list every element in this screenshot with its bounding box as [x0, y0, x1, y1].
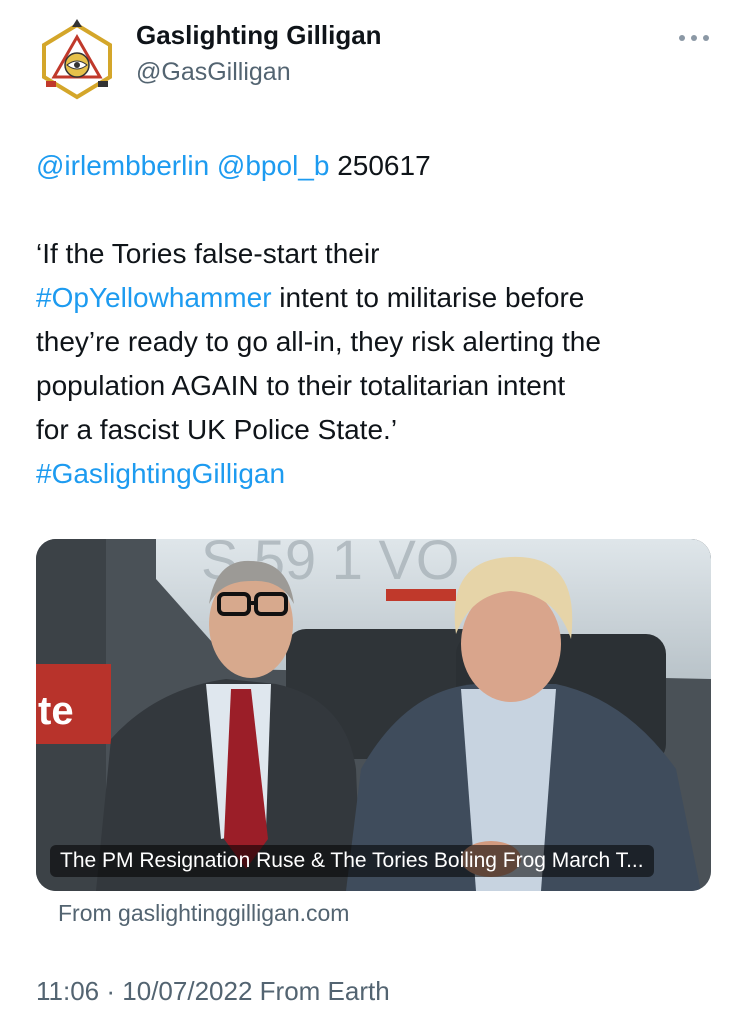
tweet-line: #OpYellowhammer intent to militarise bef… — [36, 276, 716, 320]
link-card-caption: The PM Resignation Ruse & The Tories Boi… — [50, 845, 654, 877]
tweet-text: intent to militarise before — [271, 282, 585, 313]
dot-icon — [691, 35, 697, 41]
logo-icon — [32, 15, 122, 105]
tweet-body: ‘If the Tories false-start their #OpYell… — [36, 232, 716, 496]
mention-link[interactable]: @irlembberlin — [36, 150, 209, 181]
dot-icon — [679, 35, 685, 41]
tweet-client: From Earth — [259, 976, 390, 1006]
hashtag-link[interactable]: #OpYellowhammer — [36, 282, 272, 313]
hashtag-link[interactable]: #GaslightingGilligan — [36, 458, 285, 489]
tweet-line: population AGAIN to their totalitarian i… — [36, 370, 566, 401]
tweet-line: they’re ready to go all-in, they risk al… — [36, 326, 601, 357]
dot-icon — [703, 35, 709, 41]
reference-code: 250617 — [337, 150, 431, 181]
tweet-line: for a fascist UK Police State.’ — [36, 414, 398, 445]
link-source[interactable]: From gaslightinggilligan.com — [58, 900, 349, 927]
more-options-icon[interactable] — [679, 28, 709, 48]
mention-link[interactable]: @bpol_b — [217, 150, 330, 181]
tweet-date[interactable]: 10/07/2022 — [122, 976, 252, 1006]
tweet-meta: 11:06 · 10/07/2022 From Earth — [36, 976, 390, 1007]
tweet-mentions: @irlembberlin @bpol_b 250617 — [36, 150, 431, 182]
card-image: S 59 1 VO te — [36, 539, 711, 891]
author-handle[interactable]: @GasGilligan — [136, 58, 291, 87]
avatar[interactable] — [32, 15, 122, 105]
link-card[interactable]: S 59 1 VO te The PM Resignation Ruse & T… — [36, 539, 711, 891]
sign-text: te — [38, 689, 74, 733]
tweet-line: ‘If the Tories false-start their — [36, 238, 380, 269]
tweet-time[interactable]: 11:06 — [36, 976, 99, 1006]
separator: · — [106, 976, 116, 1006]
author-name[interactable]: Gaslighting Gilligan — [136, 20, 382, 51]
tweet-line: #GaslightingGilligan — [36, 452, 716, 496]
